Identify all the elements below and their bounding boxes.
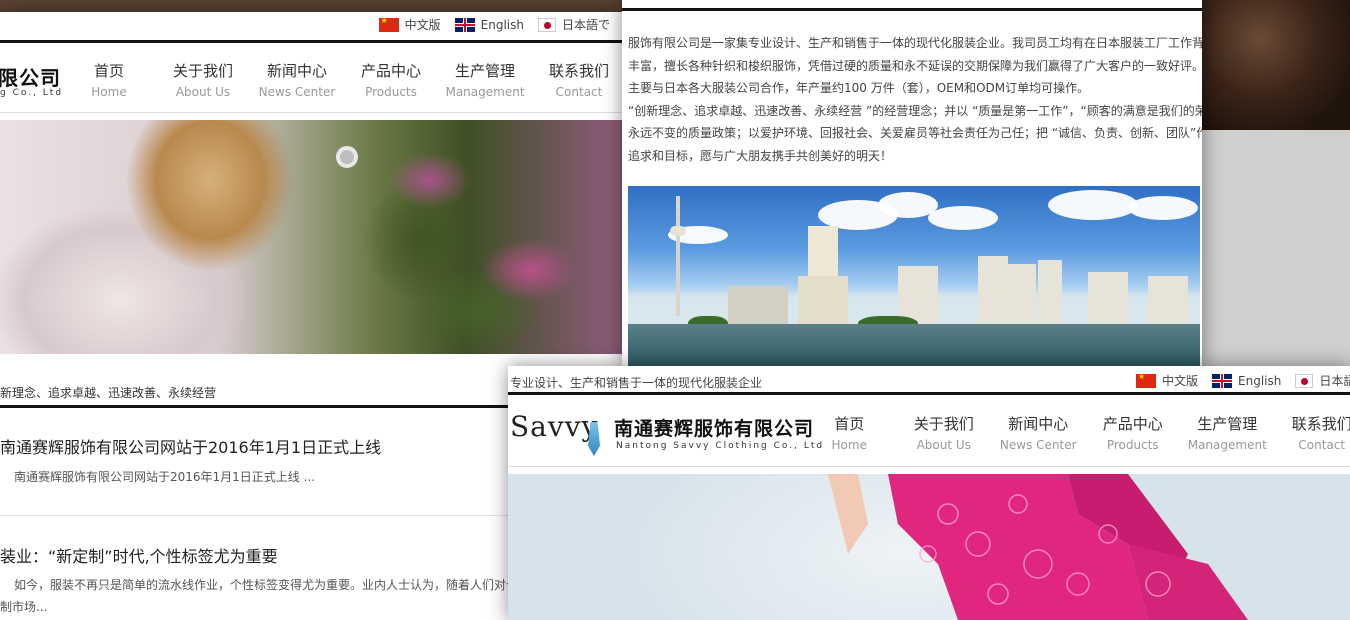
main-nav: 首页 Home 关于我们 About Us 新闻中心 News Center 产品中心… <box>802 413 1350 452</box>
nav-news[interactable]: 新闻中心 News Center <box>991 413 1086 452</box>
paragraph-line: 主要与日本各大服装公司合作，年产量约100 万件（套），OEM和ODM订单均可操… <box>628 81 1090 95</box>
nav-divider <box>0 112 622 113</box>
nav-about[interactable]: 关于我们 About Us <box>156 60 250 99</box>
nav-news[interactable]: 新闻中心 News Center <box>250 60 344 99</box>
savvy-logo-mark[interactable]: Savvy <box>510 410 598 443</box>
nav-label-en: Management <box>445 85 525 99</box>
header-tagline: 专业设计、生产和销售于一体的现代化服装企业 <box>510 376 763 390</box>
uk-flag-icon <box>454 17 475 32</box>
header-divider <box>508 392 1350 395</box>
cloud <box>928 206 998 230</box>
lang-english[interactable]: English <box>454 16 524 33</box>
lang-japanese[interactable]: 日本語で <box>537 16 610 33</box>
company-logo-text[interactable]: 限公司 <box>0 62 61 91</box>
company-logo-subtext: Nantong Savvy Clothing Co., Ltd <box>616 441 825 451</box>
nav-products[interactable]: 产品中心 Products <box>1086 413 1181 452</box>
header-divider <box>622 8 1202 11</box>
nav-label-zh: 关于我们 <box>913 415 974 433</box>
japan-flag-icon <box>537 17 556 32</box>
lang-label: 日本語で <box>561 18 610 32</box>
about-paragraph: 服饰有限公司是一家集专业设计、生产和销售于一体的现代化服装企业。我司员工均有在日… <box>628 32 1202 167</box>
nav-home[interactable]: 首页 Home <box>62 60 156 99</box>
nav-label-en: About Us <box>175 85 231 99</box>
uk-flag-icon <box>1212 373 1233 388</box>
news-item-title[interactable]: 南通赛辉服饰有限公司网站于2016年1月1日正式上线 <box>0 434 381 458</box>
nav-label-en: Contact <box>555 85 603 99</box>
cloud <box>1128 196 1198 220</box>
nav-label-en: Home <box>91 85 127 99</box>
nav-label-zh: 生产管理 <box>454 62 515 80</box>
nav-products[interactable]: 产品中心 Products <box>344 60 438 99</box>
nav-label-en: Contact <box>1298 438 1346 452</box>
nav-label-zh: 联系我们 <box>548 62 609 80</box>
slogan-text: 新理念、追求卓越、迅速改善、永续经营 <box>0 386 217 400</box>
lang-chinese[interactable]: 中文版 <box>1136 372 1198 389</box>
hero-banner-image <box>508 474 1350 620</box>
nav-label-zh: 首页 <box>93 62 124 80</box>
nav-label-zh: 产品中心 <box>1102 415 1163 433</box>
nav-label-en: Management <box>1187 438 1267 452</box>
nav-about[interactable]: 关于我们 About Us <box>897 413 992 452</box>
cloud <box>1048 190 1138 220</box>
news-item-title[interactable]: 装业：“新定制”时代,个性标签尤为重要 <box>0 543 278 567</box>
lang-label: 日本語で <box>1319 374 1350 388</box>
lang-label: English <box>480 17 524 32</box>
lang-label: 中文版 <box>404 18 441 32</box>
lang-label: 中文版 <box>1162 374 1199 388</box>
nav-label-zh: 产品中心 <box>360 62 421 80</box>
river <box>628 324 1200 366</box>
nav-label-en: Products <box>1106 438 1159 452</box>
ring-decoration <box>336 146 358 168</box>
tv-tower <box>676 196 680 316</box>
china-flag-icon <box>378 16 399 32</box>
nav-home[interactable]: 首页 Home <box>802 413 897 452</box>
nav-label-zh: 联系我们 <box>1291 415 1350 433</box>
tv-tower-pod <box>670 226 686 236</box>
nav-label-en: News Center <box>258 85 336 99</box>
paragraph-line: 追求和目标，愿与广大朋友携手共创美好的明天！ <box>628 148 893 163</box>
nav-label-en: News Center <box>999 438 1077 452</box>
company-logo-text[interactable]: 南通赛辉服饰有限公司 <box>614 414 814 441</box>
nav-contact[interactable]: 联系我们 Contact <box>1275 413 1350 452</box>
lang-english[interactable]: English <box>1212 372 1281 389</box>
city-skyline-image <box>628 186 1200 366</box>
nav-label-en: Home <box>831 438 867 452</box>
lang-japanese[interactable]: 日本語で <box>1295 372 1350 389</box>
language-switcher: 中文版 English 日本語で <box>1136 372 1350 389</box>
nav-label-zh: 首页 <box>834 415 865 433</box>
paragraph-line: 永远不变的质量政策；以爱护环境、回报社会、关爱雇员等社会责任为己任；把 “诚信、… <box>628 126 1202 140</box>
china-flag-icon <box>1136 372 1156 388</box>
nav-label-zh: 关于我们 <box>172 62 233 80</box>
nav-label-zh: 生产管理 <box>1197 415 1258 433</box>
lang-label: English <box>1238 373 1282 388</box>
nav-management[interactable]: 生产管理 Management <box>1180 413 1275 452</box>
header-divider <box>0 40 622 43</box>
nav-label-zh: 新闻中心 <box>266 62 327 80</box>
website-screenshot-header: 专业设计、生产和销售于一体的现代化服装企业 中文版 English 日本語で S… <box>508 366 1350 620</box>
main-nav: 首页 Home 关于我们 About Us 新闻中心 News Center 产品中心… <box>62 60 622 99</box>
nav-label-en: Products <box>365 85 417 99</box>
paragraph-line: 丰富，擅长各种针织和梭织服饰，凭借过硬的质量和永不延误的交期保障为我们赢得了广大… <box>628 58 1202 73</box>
language-switcher: 中文版 English 日本語で <box>378 16 610 33</box>
lang-chinese[interactable]: 中文版 <box>378 16 441 33</box>
background-photo <box>1200 0 1350 130</box>
japan-flag-icon <box>1295 373 1314 388</box>
nav-contact[interactable]: 联系我们 Contact <box>532 60 622 99</box>
nav-label-zh: 新闻中心 <box>1008 415 1069 433</box>
nav-management[interactable]: 生产管理 Management <box>438 60 532 99</box>
pink-lace-dress-graphic <box>828 474 1248 620</box>
hero-banner-image <box>0 120 622 354</box>
news-item-summary: 南通赛辉服饰有限公司网站于2016年1月1日正式上线 ... <box>14 470 316 484</box>
nav-label-en: About Us <box>916 438 971 452</box>
nav-divider <box>508 466 1350 467</box>
paragraph-line: “创新理念、追求卓越、迅速改善、永续经营 ”的经营理念；并以 “质量是第一工作”… <box>628 103 1202 118</box>
paragraph-line: 服饰有限公司是一家集专业设计、生产和销售于一体的现代化服装企业。我司员工均有在日… <box>628 36 1202 50</box>
company-logo-subtext: g Co., Ltd <box>0 88 64 98</box>
website-screenshot-about: 服饰有限公司是一家集专业设计、生产和销售于一体的现代化服装企业。我司员工均有在日… <box>622 0 1202 368</box>
